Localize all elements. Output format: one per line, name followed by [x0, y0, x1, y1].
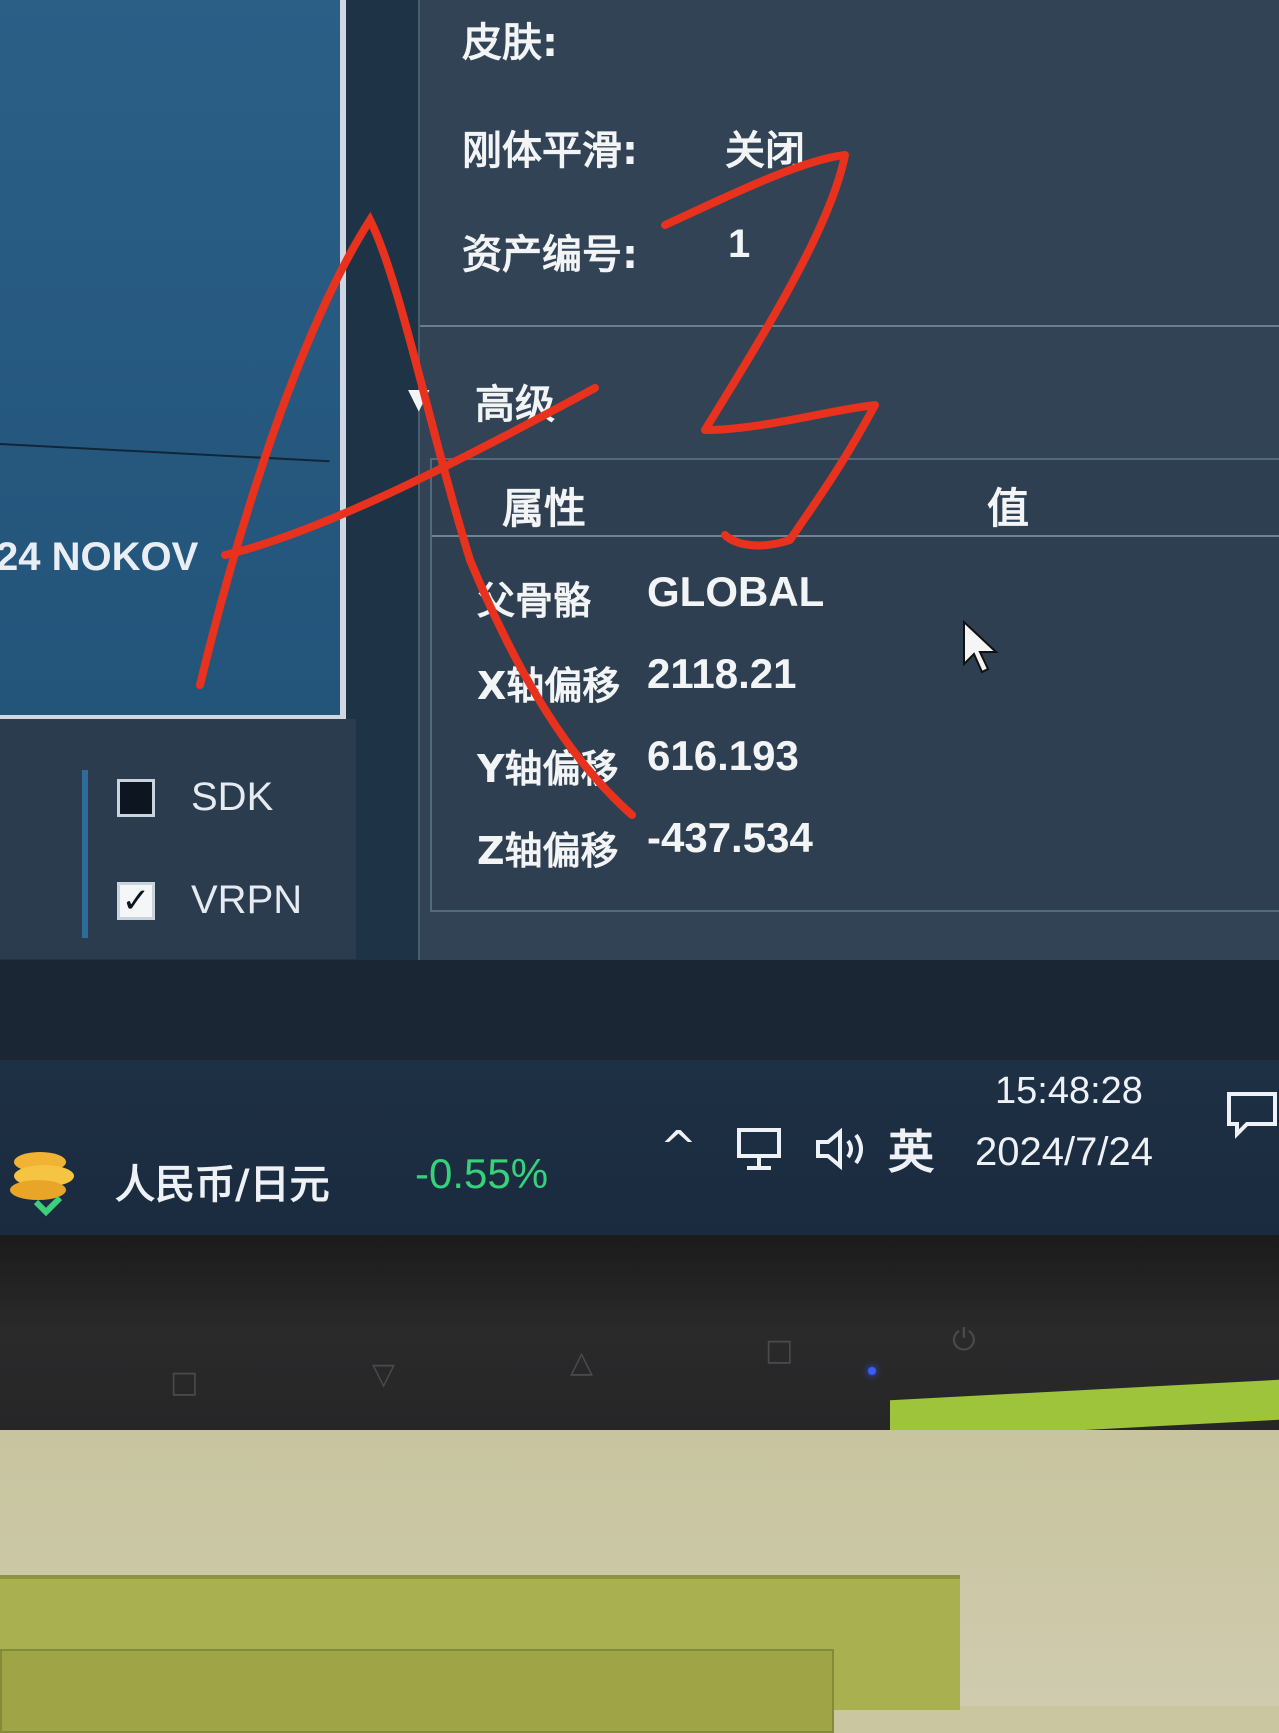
- clock-date[interactable]: 2024/7/24: [975, 1130, 1153, 1175]
- viewport-label: 24 NOKOV: [0, 535, 199, 579]
- advanced-section-title[interactable]: 高级: [475, 372, 555, 430]
- row-label-y-offset: Y轴偏移: [477, 747, 619, 791]
- advanced-property-table: 属性 值 父骨骼 GLOBAL X轴偏移 2118.21 Y轴偏移 616.19…: [430, 458, 1279, 912]
- smoothing-value[interactable]: 关闭: [725, 118, 805, 176]
- vrpn-option[interactable]: ✓ VRPN: [117, 878, 302, 923]
- row-label-x-offset: X轴偏移: [477, 664, 621, 708]
- row-value-x-offset[interactable]: 2118.21: [647, 650, 797, 698]
- row-value-y-offset[interactable]: 616.193: [647, 732, 799, 780]
- sdk-option[interactable]: SDK: [117, 775, 273, 820]
- app-bottom-strip: [0, 960, 1279, 1060]
- desk-mat-inner: [0, 1649, 834, 1733]
- sdk-checkbox[interactable]: [117, 778, 155, 817]
- output-options-panel: [0, 719, 356, 959]
- monitor-mode-button-icon: □: [765, 1333, 794, 1368]
- windows-taskbar: 人民币/日元 -0.55% ^ 英 15:48:28 2024/7/24: [0, 1060, 1279, 1235]
- asset-id-label: 资产编号:: [462, 232, 638, 278]
- section-divider: [420, 325, 1279, 327]
- monitor-power-button-icon: ⏻: [952, 1323, 976, 1358]
- checkmark-icon: ✓: [121, 880, 151, 921]
- row-label-z-offset: Z轴偏移: [477, 829, 619, 873]
- desk-mat: [0, 1575, 960, 1733]
- panel-scrollbar[interactable]: [82, 770, 88, 938]
- monitor-input-button-icon: □: [170, 1365, 199, 1400]
- vrpn-checkbox[interactable]: ✓: [117, 880, 155, 921]
- skin-label: 皮肤:: [462, 20, 558, 66]
- monitor-down-button-icon: ▽: [372, 1357, 396, 1392]
- monitor-up-button-icon: △: [570, 1345, 594, 1380]
- row-value-parent-bone[interactable]: GLOBAL: [647, 568, 824, 616]
- currency-pair-label[interactable]: 人民币/日元: [115, 1152, 330, 1210]
- clock-time[interactable]: 15:48:28: [995, 1070, 1143, 1113]
- currency-change-value[interactable]: -0.55%: [415, 1150, 548, 1198]
- mouse-pointer-icon: [963, 620, 999, 674]
- vrpn-label: VRPN: [191, 878, 303, 922]
- volume-icon[interactable]: [812, 1124, 872, 1174]
- network-icon[interactable]: [735, 1126, 791, 1174]
- smoothing-label: 刚体平滑:: [462, 128, 638, 174]
- viewport-panel: 24 NOKOV: [0, 0, 346, 719]
- row-label-parent-bone: 父骨骼: [477, 579, 592, 623]
- table-header-divider: [432, 535, 1279, 537]
- sdk-label: SDK: [191, 775, 274, 819]
- chevron-up-icon[interactable]: ^: [660, 1122, 697, 1173]
- monitor-screen: 24 NOKOV SDK ✓ VRPN 皮肤: 刚体平滑: 关闭 资产编号: 1…: [0, 0, 1279, 1235]
- column-header-value[interactable]: 值: [987, 475, 1029, 536]
- column-header-property[interactable]: 属性: [502, 475, 586, 536]
- collapse-arrow-icon[interactable]: ▼: [408, 382, 430, 415]
- power-led: [868, 1367, 876, 1375]
- input-method-indicator[interactable]: 英: [888, 1116, 934, 1182]
- row-value-z-offset[interactable]: -437.534: [647, 814, 813, 862]
- notification-center-icon[interactable]: [1225, 1090, 1279, 1140]
- viewport-line: [0, 443, 330, 463]
- asset-id-value[interactable]: 1: [728, 222, 750, 267]
- properties-panel: 皮肤: 刚体平滑: 关闭 资产编号: 1 ▼ 高级 属性 值 父骨骼 GLOBA…: [408, 0, 1279, 960]
- currency-widget-icon[interactable]: [0, 1140, 90, 1220]
